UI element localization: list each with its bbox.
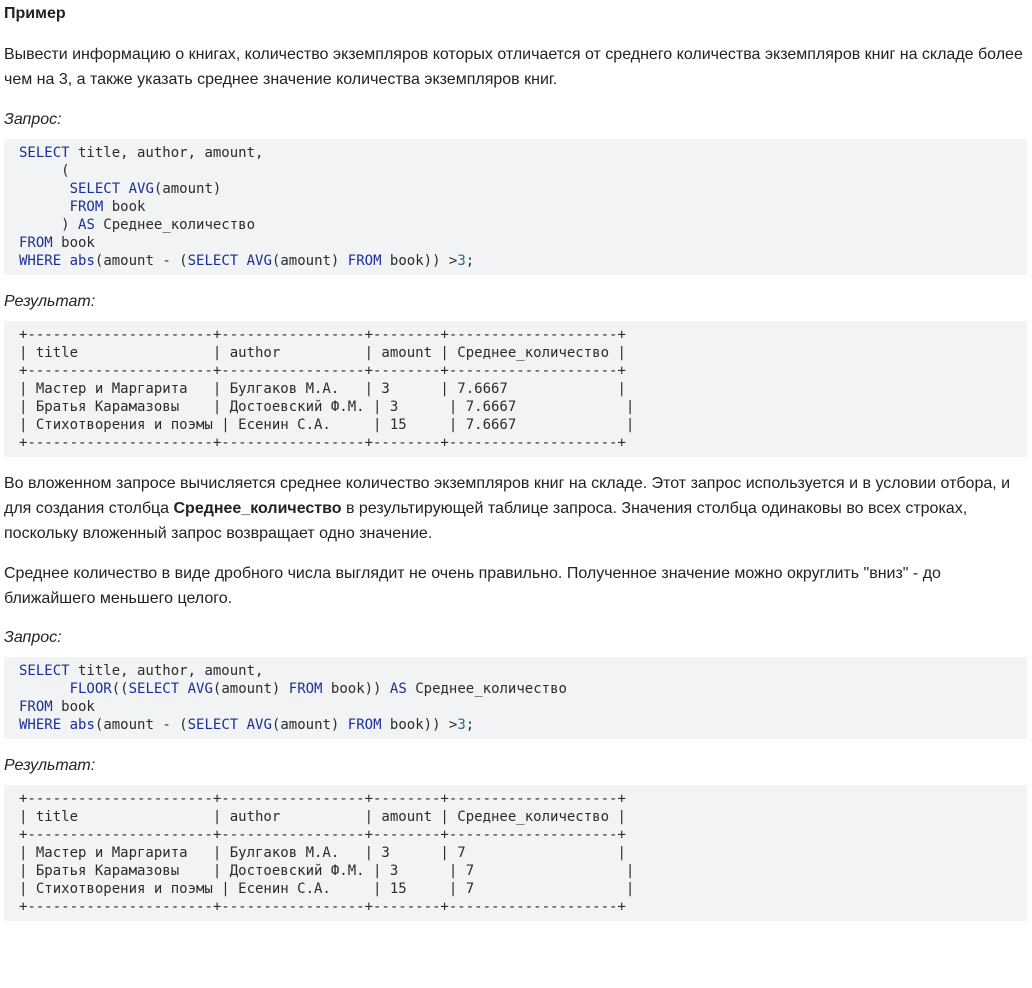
- code-block-result-1: +----------------------+----------------…: [4, 321, 1027, 457]
- code-block-result-2: +----------------------+----------------…: [4, 785, 1027, 921]
- rounding-paragraph: Среднее количество в виде дробного числа…: [4, 565, 941, 607]
- intro-paragraph: Вывести информацию о книгах, количество …: [4, 46, 1023, 88]
- code-block-query-1: SELECT title, author, amount, ( SELECT A…: [4, 139, 1027, 275]
- lesson-content: Пример Вывести информацию о книгах, коли…: [0, 0, 1032, 921]
- bold-column-name: Среднее_количество: [173, 500, 342, 517]
- query-label-1: Запрос:: [4, 111, 62, 128]
- code-line: SELECT: [19, 145, 70, 161]
- code-block-query-2: SELECT title, author, amount, FLOOR((SEL…: [4, 657, 1027, 739]
- result-label-2: Результат:: [4, 757, 96, 774]
- result-label-1: Результат:: [4, 293, 96, 310]
- query-label-2: Запрос:: [4, 629, 62, 646]
- section-heading: Пример: [4, 5, 66, 22]
- explanation-paragraph: Во вложенном запросе вычисляется среднее…: [4, 475, 1011, 542]
